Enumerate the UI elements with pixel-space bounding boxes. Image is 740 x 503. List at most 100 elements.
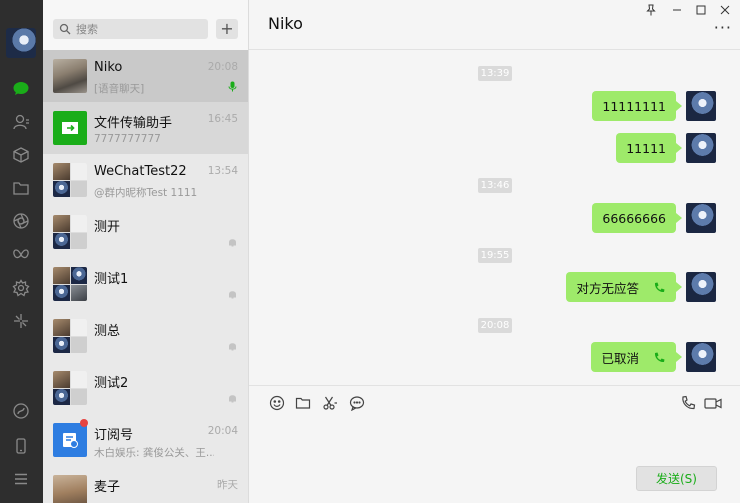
timestamp: 13:39 bbox=[478, 66, 512, 81]
sender-avatar[interactable] bbox=[686, 342, 716, 372]
message-input[interactable] bbox=[263, 420, 727, 460]
chat-item-ceshi2[interactable]: 测试2 bbox=[43, 362, 248, 414]
avatar bbox=[53, 267, 87, 301]
send-button[interactable]: 发送(S) bbox=[636, 466, 717, 491]
voice-call-icon[interactable] bbox=[679, 394, 697, 412]
more-options-icon[interactable]: ··· bbox=[714, 20, 732, 36]
avatar bbox=[53, 59, 87, 93]
chat-name: 测试1 bbox=[94, 272, 129, 287]
mute-bell-icon bbox=[229, 395, 236, 403]
message-bubble[interactable]: 已取消 bbox=[591, 342, 682, 372]
chat-preview: [语音聊天] bbox=[94, 83, 145, 95]
folder-icon[interactable] bbox=[9, 176, 33, 200]
chat-name: 测开 bbox=[94, 220, 121, 235]
sender-avatar[interactable] bbox=[686, 203, 716, 233]
sender-avatar[interactable] bbox=[686, 133, 716, 163]
chat-item-niko[interactable]: Niko [语音聊天] 20:08 bbox=[43, 50, 248, 102]
folder-icon[interactable] bbox=[294, 394, 312, 412]
mute-bell-icon bbox=[229, 239, 236, 247]
avatar bbox=[53, 475, 87, 503]
message-bubble[interactable]: 11111111 bbox=[592, 91, 682, 121]
message-row: 66666666 bbox=[592, 203, 716, 233]
chat-list: + Niko [语音聊天] 20:08 文件传输助手 7777777777 16… bbox=[43, 0, 248, 503]
chat-item-cezong[interactable]: 测总 bbox=[43, 310, 248, 362]
timestamp: 19:55 bbox=[478, 248, 512, 263]
add-button[interactable]: + bbox=[216, 19, 238, 39]
message-text: 11111111 bbox=[602, 98, 666, 114]
chat-time: 昨天 bbox=[217, 479, 238, 491]
voice-call-icon bbox=[654, 282, 665, 292]
mic-icon bbox=[228, 81, 237, 92]
mute-bell-icon bbox=[229, 291, 236, 299]
chat-bubble-icon[interactable] bbox=[348, 394, 366, 412]
butterfly-icon[interactable] bbox=[9, 243, 33, 267]
sender-avatar[interactable] bbox=[686, 91, 716, 121]
search-box[interactable] bbox=[53, 19, 208, 39]
message-row: 11111 bbox=[616, 133, 716, 163]
chat-preview: 7777777777 bbox=[94, 133, 161, 145]
mute-bell-icon bbox=[229, 343, 236, 351]
moments-aperture-icon[interactable] bbox=[9, 209, 33, 233]
avatar bbox=[53, 163, 87, 197]
message-row: 11111111 bbox=[592, 91, 716, 121]
message-bubble[interactable]: 11111 bbox=[616, 133, 682, 163]
contacts-icon[interactable] bbox=[9, 110, 33, 134]
conversation-title: Niko bbox=[268, 14, 303, 33]
message-row: 已取消 bbox=[591, 342, 716, 372]
search-bar: + bbox=[43, 0, 248, 50]
avatar bbox=[53, 319, 87, 353]
favorites-cube-icon[interactable] bbox=[9, 143, 33, 167]
chat-name: 文件传输助手 bbox=[94, 116, 173, 131]
message-text: 已取消 bbox=[601, 350, 639, 366]
avatar bbox=[53, 423, 87, 457]
chat-name: 测总 bbox=[94, 324, 121, 339]
avatar bbox=[53, 111, 87, 145]
message-text: 66666666 bbox=[602, 210, 666, 226]
close-icon[interactable] bbox=[715, 2, 735, 18]
chat-time: 16:45 bbox=[207, 113, 238, 125]
chat-name: WeChatTest22 bbox=[94, 164, 187, 179]
chat-time: 20:08 bbox=[207, 61, 238, 73]
chat-time: 13:54 bbox=[207, 165, 238, 177]
emoji-icon[interactable] bbox=[268, 394, 286, 412]
chat-item-file-transfer[interactable]: 文件传输助手 7777777777 16:45 bbox=[43, 102, 248, 154]
mini-program-icon[interactable] bbox=[9, 399, 33, 423]
phone-icon[interactable] bbox=[9, 434, 33, 458]
plugin-gear-icon[interactable] bbox=[9, 276, 33, 300]
message-bubble[interactable]: 66666666 bbox=[592, 203, 682, 233]
sender-avatar[interactable] bbox=[686, 272, 716, 302]
chat-name: 订阅号 bbox=[94, 428, 134, 443]
chat-item-ceshi1[interactable]: 测试1 bbox=[43, 258, 248, 310]
chat-name: Niko bbox=[94, 60, 123, 75]
sparkle-icon[interactable] bbox=[9, 309, 33, 333]
message-row: 对方无应答 bbox=[566, 272, 716, 302]
nav-rail bbox=[0, 0, 43, 503]
chat-preview: 木白娱乐: 龚俊公关、王... bbox=[94, 447, 214, 459]
chat-item-maizi[interactable]: 麦子 昨天 bbox=[43, 466, 248, 503]
scissors-icon[interactable] bbox=[321, 394, 339, 412]
header-divider bbox=[249, 49, 740, 50]
chat-name: 测试2 bbox=[94, 376, 129, 391]
chat-name: 麦子 bbox=[94, 480, 121, 495]
timestamp: 13:46 bbox=[478, 178, 512, 193]
chat-icon[interactable] bbox=[9, 76, 33, 100]
chat-item-cekai[interactable]: 测开 bbox=[43, 206, 248, 258]
my-avatar[interactable] bbox=[6, 28, 36, 58]
search-icon bbox=[59, 23, 71, 35]
message-text: 11111 bbox=[626, 140, 666, 156]
conversation-pane: Niko ··· 13:39 11111111 11111 13:46 6666… bbox=[248, 0, 740, 503]
chat-item-wechattest22[interactable]: WeChatTest22 @群内昵称Test 1111 13:54 bbox=[43, 154, 248, 206]
search-input[interactable] bbox=[76, 22, 206, 36]
toolbar-divider bbox=[249, 385, 740, 386]
maximize-icon[interactable] bbox=[691, 2, 711, 18]
avatar bbox=[53, 215, 87, 249]
voice-call-icon bbox=[654, 352, 665, 362]
menu-icon[interactable] bbox=[9, 467, 33, 491]
message-bubble[interactable]: 对方无应答 bbox=[566, 272, 682, 302]
video-call-icon[interactable] bbox=[703, 394, 723, 412]
minimize-icon[interactable] bbox=[667, 2, 687, 18]
timestamp: 20:08 bbox=[478, 318, 512, 333]
chat-item-subscriptions[interactable]: 订阅号 木白娱乐: 龚俊公关、王... 20:04 bbox=[43, 414, 248, 466]
pin-icon[interactable] bbox=[641, 2, 661, 18]
subscription-icon bbox=[63, 433, 78, 448]
